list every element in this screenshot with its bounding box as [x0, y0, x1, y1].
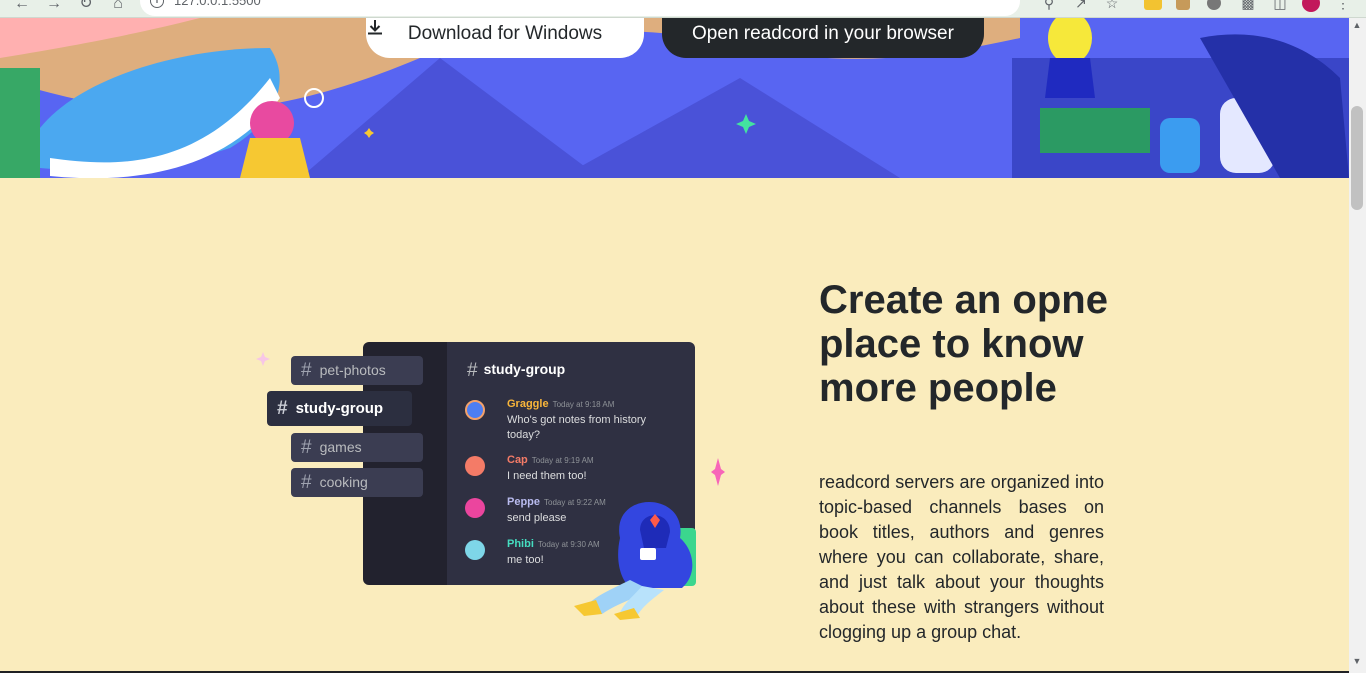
- url-text: 127.0.0.1:5500: [174, 0, 261, 8]
- browser-toolbar: ← → ↻ ⌂ i 127.0.0.1:5500 ⚲ ↗ ☆ ▩ ◫ ⋮: [0, 0, 1366, 18]
- message-author: Cap Today at 9:19 AM: [507, 454, 594, 466]
- address-bar[interactable]: i 127.0.0.1:5500: [140, 0, 1020, 16]
- puzzle-icon[interactable]: ▩: [1239, 0, 1257, 12]
- sparkle-pink-icon: [711, 458, 725, 486]
- feature-description: readcord servers are organized into topi…: [819, 472, 1104, 642]
- channel-study-group[interactable]: # study-group: [267, 391, 412, 426]
- page-scrollbar[interactable]: ▲ ▼: [1349, 18, 1366, 673]
- chat-panel-title: # study-group: [467, 360, 565, 382]
- star-icon[interactable]: ☆: [1103, 0, 1121, 12]
- zoom-icon[interactable]: ⚲: [1040, 0, 1058, 12]
- channel-cooking[interactable]: # cooking: [291, 468, 423, 497]
- message-author: Graggle Today at 9:18 AM: [507, 398, 614, 410]
- message-time: Today at 9:18 AM: [552, 400, 615, 409]
- download-icon: [368, 20, 382, 35]
- avatar: [465, 400, 485, 420]
- channel-label: pet-photos: [319, 362, 386, 378]
- share-icon[interactable]: ↗: [1072, 0, 1090, 12]
- hash-icon: #: [301, 360, 312, 381]
- extension-brown-icon[interactable]: [1176, 0, 1190, 10]
- author-name: Peppe: [507, 496, 541, 508]
- sidepanel-icon[interactable]: ◫: [1271, 0, 1289, 12]
- hash-icon: #: [301, 437, 312, 458]
- profile-icon[interactable]: [1302, 0, 1320, 12]
- channel-games[interactable]: # games: [291, 433, 423, 462]
- channel-label: cooking: [319, 474, 368, 490]
- channel-label: games: [319, 439, 362, 455]
- feature-headline: Create an opne place to know more people: [819, 278, 1108, 410]
- hash-icon: #: [301, 472, 312, 493]
- avatar: [465, 498, 485, 518]
- reload-icon[interactable]: ↻: [76, 0, 96, 14]
- download-label: Download for Windows: [407, 23, 603, 44]
- message-text: Who's got notes from history today?: [507, 414, 647, 441]
- panel-title-label: study-group: [483, 361, 566, 377]
- hash-icon: #: [467, 360, 478, 381]
- channel-pet-photos[interactable]: # pet-photos: [291, 356, 423, 385]
- channel-label: study-group: [295, 400, 384, 417]
- download-windows-button[interactable]: Download for Windows: [366, 18, 644, 58]
- avatar: [465, 540, 485, 560]
- extension-gray-icon[interactable]: [1207, 0, 1221, 10]
- menu-icon[interactable]: ⋮: [1334, 0, 1352, 12]
- author-name: Cap: [507, 454, 528, 466]
- back-icon[interactable]: ←: [12, 0, 32, 14]
- message-time: Today at 9:19 AM: [531, 456, 594, 465]
- open-in-browser-button[interactable]: Open readcord in your browser: [662, 18, 984, 58]
- hero-banner: Download for Windows Open readcord in yo…: [0, 18, 1349, 178]
- hash-icon: #: [277, 398, 288, 419]
- extension-yellow-icon[interactable]: [1144, 0, 1162, 10]
- scrollbar-thumb[interactable]: [1351, 106, 1363, 210]
- avatar: [465, 456, 485, 476]
- sparkle-pink-small-icon: [256, 352, 270, 366]
- home-icon[interactable]: ⌂: [108, 0, 128, 14]
- site-info-icon[interactable]: i: [150, 0, 164, 8]
- forward-icon[interactable]: →: [44, 0, 64, 14]
- author-name: Phibi: [507, 538, 534, 550]
- character-illustration: [574, 502, 696, 620]
- author-name: Graggle: [507, 398, 549, 410]
- scroll-down-icon[interactable]: ▼: [1352, 656, 1362, 666]
- scroll-up-icon[interactable]: ▲: [1352, 20, 1362, 30]
- feature-section: # pet-photos # study-group # games # cooking…: [0, 178, 1349, 673]
